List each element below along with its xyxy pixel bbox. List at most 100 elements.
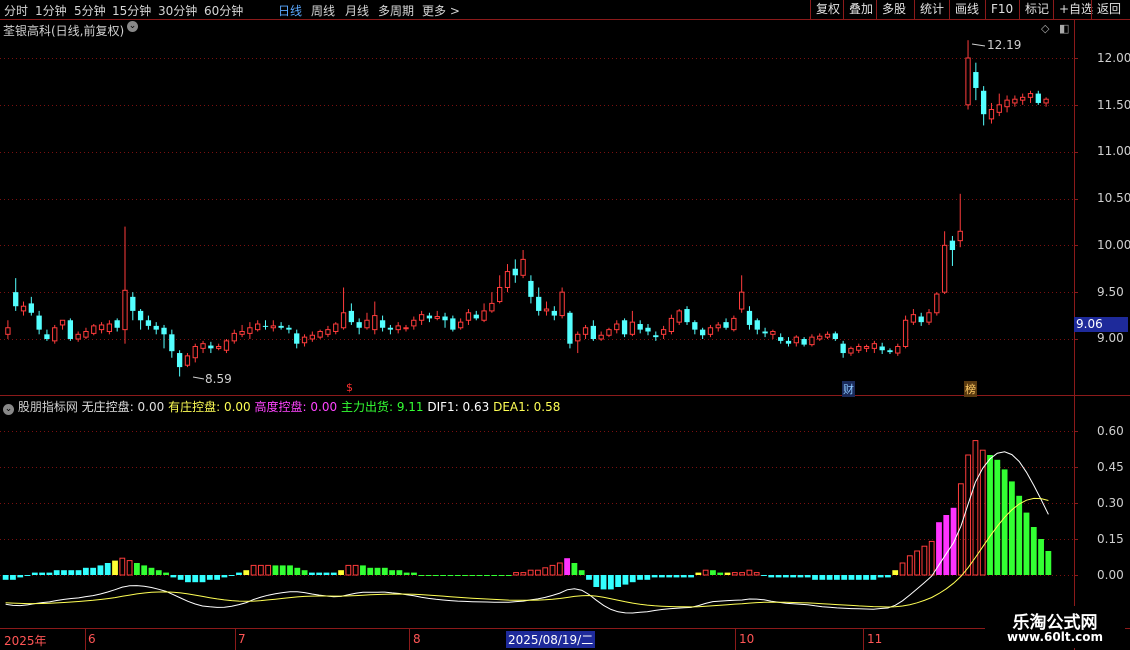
candle-body	[192, 345, 198, 359]
indicator-dropdown-icon[interactable]: ⌄	[3, 404, 14, 415]
candle-body	[559, 291, 565, 317]
indicator-bar	[673, 575, 680, 578]
indicator-bar	[965, 454, 972, 576]
candle-body	[13, 292, 19, 307]
candle-body	[262, 325, 269, 327]
candle-body	[684, 309, 690, 323]
indicator-bar	[24, 575, 31, 576]
candle-body	[731, 317, 737, 331]
low-price-marker: 8.59	[205, 372, 232, 386]
indicator-bar	[863, 575, 869, 580]
indicator-bar	[855, 575, 862, 580]
indicator-bar	[126, 560, 133, 576]
indicator-bar	[513, 572, 519, 576]
candle-body	[1004, 99, 1010, 108]
indicator-tick-0.15: 0.15	[1097, 532, 1124, 546]
indicator-bar	[367, 567, 374, 575]
indicator-tick-0.30: 0.30	[1097, 496, 1124, 510]
candle-body	[387, 327, 394, 330]
indicator-bar	[717, 572, 724, 575]
candle-body	[520, 258, 526, 276]
ranking-event-marker[interactable]: 榜	[964, 381, 977, 397]
indicator-bar	[228, 575, 235, 576]
candle-body	[364, 319, 370, 329]
indicator-bar	[804, 575, 811, 578]
indicator-bar	[53, 570, 60, 575]
indicator-bar	[17, 575, 24, 578]
indicator-bar	[987, 455, 993, 575]
candle-body	[996, 104, 1002, 113]
candle-body	[575, 333, 581, 342]
indicator-bar	[848, 575, 855, 580]
candle-body	[895, 345, 901, 354]
indicator-bar	[731, 572, 738, 576]
candle-body	[489, 302, 495, 312]
candle-body	[294, 333, 300, 344]
indicator-bar	[10, 575, 16, 580]
dividend-event-marker[interactable]: $	[346, 381, 353, 394]
candle-body	[637, 324, 643, 330]
indicator-bar	[440, 575, 447, 576]
candle-body	[582, 327, 589, 335]
indicator-bar	[702, 569, 709, 576]
indicator-bar	[680, 575, 687, 578]
candle-body	[216, 345, 222, 349]
indicator-bar	[338, 570, 344, 575]
indicator-bar	[1009, 481, 1015, 575]
indicator-bar	[90, 567, 97, 575]
indicator-bar	[1038, 539, 1044, 575]
candle-body	[255, 323, 261, 331]
candle-body	[770, 331, 776, 335]
layout-toggle-icon[interactable]: ◧	[1059, 22, 1069, 35]
indicator-bar	[1016, 495, 1023, 575]
candle-body	[793, 336, 799, 344]
candle-body	[567, 312, 573, 344]
candle-body	[934, 293, 940, 314]
indicator-bar	[790, 575, 797, 578]
candle-body	[785, 340, 792, 344]
candle-body	[590, 325, 597, 339]
candle-body	[879, 346, 885, 351]
price-tick-10.00: 10.00	[1097, 238, 1130, 252]
indicator-bar	[243, 570, 250, 575]
indicator-bar	[841, 575, 848, 580]
indicator-bar	[134, 563, 140, 575]
candle-body	[824, 333, 831, 338]
candle-body	[278, 325, 284, 328]
indicator-bar	[39, 572, 45, 575]
indicator-bar	[476, 575, 483, 576]
candle-body	[91, 325, 97, 334]
candle-body	[465, 312, 472, 321]
indicator-bar	[272, 565, 279, 575]
candle-body	[988, 109, 995, 120]
candle-body	[692, 322, 698, 330]
current-price-tag: 9.06	[1074, 317, 1128, 332]
indicator-bar	[782, 575, 789, 578]
indicator-bar	[323, 572, 330, 575]
indicator-header: ⌄ 股朋指标网 无庄控盘: 0.00 有庄控盘: 0.00 高度控盘: 0.00…	[3, 400, 561, 415]
indicator-bar	[265, 564, 272, 576]
kline-chart-canvas[interactable]	[0, 0, 1130, 650]
indicator-bar	[411, 572, 417, 575]
indicator-bar	[389, 570, 395, 575]
indicator-tick-0.00: 0.00	[1097, 568, 1124, 582]
candle-body	[629, 321, 636, 335]
title-dropdown-icon[interactable]: ⌄	[127, 21, 138, 32]
low-marker-arrow	[192, 376, 205, 380]
finance-event-marker[interactable]: 财	[842, 381, 855, 397]
candle-body	[863, 345, 870, 349]
indicator-bar	[921, 545, 928, 576]
candle-body	[137, 310, 144, 321]
indicator-bar	[236, 572, 242, 575]
candle-body	[1027, 93, 1034, 98]
time-label-month-10: 10	[739, 632, 755, 646]
indicator-bar	[330, 572, 337, 575]
indicator-bar	[994, 459, 1001, 575]
candle-body	[856, 345, 862, 351]
indicator-bar	[928, 540, 935, 576]
time-label-year: 2025年	[4, 634, 47, 648]
candle-body	[1035, 93, 1041, 103]
indicator-bar	[61, 570, 67, 575]
indicator-bar	[301, 570, 308, 575]
diamond-icon[interactable]: ◇	[1041, 22, 1049, 35]
